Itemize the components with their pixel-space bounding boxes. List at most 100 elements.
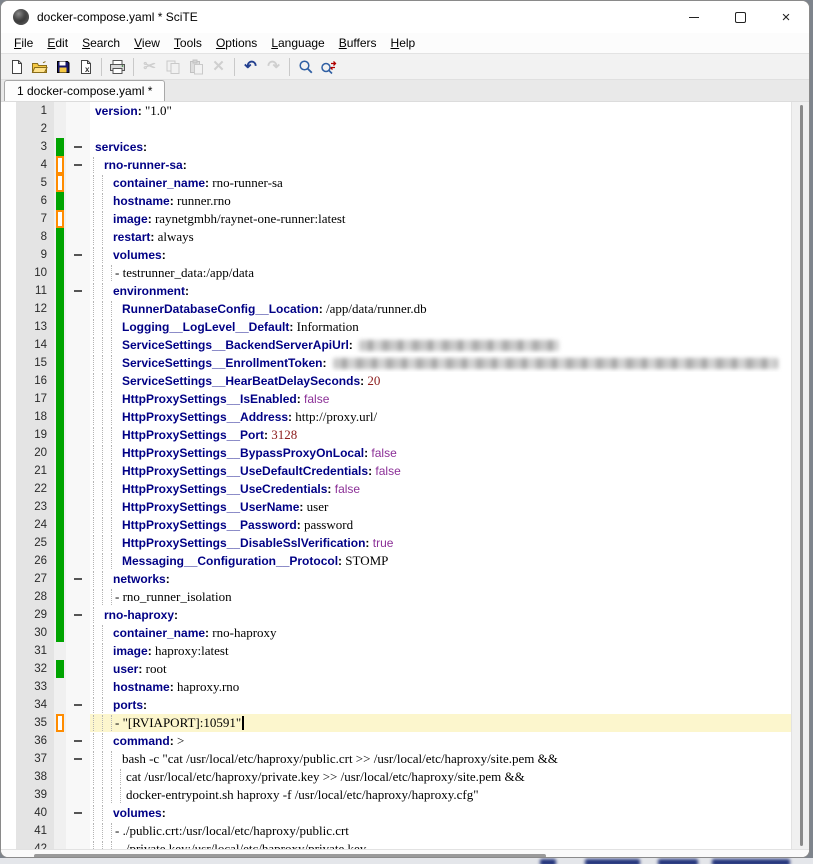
line-number[interactable]: 6 [16,192,54,210]
code-text[interactable]: container_name: rno-runner-sa [90,174,791,192]
code-line-26[interactable]: 26 Messaging__Configuration__Protocol: ST… [1,552,791,570]
replace-button[interactable] [317,56,340,78]
fold-collapse-icon[interactable] [74,164,82,166]
vertical-scrollbar[interactable] [791,102,809,849]
code-text[interactable]: ServiceSettings__HearBeatDelaySeconds: 2… [90,372,791,390]
code-text[interactable]: hostname: haproxy.rno [90,678,791,696]
vertical-scrollbar-thumb[interactable] [800,105,803,846]
line-number[interactable]: 20 [16,444,54,462]
code-line-9[interactable]: 9 volumes: [1,246,791,264]
code-text[interactable]: - ./private.key:/usr/local/etc/haproxy/p… [90,840,791,849]
code-text[interactable]: docker-entrypoint.sh haproxy -f /usr/loc… [90,786,791,804]
line-number[interactable]: 16 [16,372,54,390]
code-line-23[interactable]: 23 HttpProxySettings__UserName: user [1,498,791,516]
code-line-1[interactable]: 1version: "1.0" [1,102,791,120]
code-text[interactable]: volumes: [90,246,791,264]
code-text[interactable]: HttpProxySettings__IsEnabled: false [90,390,791,408]
fold-collapse-icon[interactable] [74,578,82,580]
code-line-8[interactable]: 8restart: always [1,228,791,246]
close-button[interactable]: × [763,1,809,33]
close-file-button[interactable]: x [74,56,97,78]
code-text[interactable]: RunnerDatabaseConfig__Location: /app/dat… [90,300,791,318]
code-text[interactable]: image: raynetgmbh/raynet-one-runner:late… [90,210,791,228]
code-line-32[interactable]: 32user: root [1,660,791,678]
line-number[interactable]: 31 [16,642,54,660]
line-number[interactable]: 3 [16,138,54,156]
code-line-36[interactable]: 36 command: > [1,732,791,750]
fold-collapse-icon[interactable] [74,758,82,760]
code-line-6[interactable]: 6hostname: runner.rno [1,192,791,210]
code-line-7[interactable]: 7image: raynetgmbh/raynet-one-runner:lat… [1,210,791,228]
code-text[interactable]: rno-haproxy: [90,606,791,624]
code-text[interactable]: environment: [90,282,791,300]
editor-pane[interactable]: 1version: "1.0"23services:4rno-runner-sa… [1,102,809,849]
line-number[interactable]: 28 [16,588,54,606]
line-number[interactable]: 9 [16,246,54,264]
code-line-41[interactable]: 41- ./public.crt:/usr/local/etc/haproxy/… [1,822,791,840]
line-number[interactable]: 40 [16,804,54,822]
line-number[interactable]: 8 [16,228,54,246]
fold-margin[interactable] [66,156,90,174]
code-text[interactable]: Messaging__Configuration__Protocol: STOM… [90,552,791,570]
line-number[interactable]: 2 [16,120,54,138]
code-line-12[interactable]: 12RunnerDatabaseConfig__Location: /app/d… [1,300,791,318]
line-number[interactable]: 36 [16,732,54,750]
code-line-5[interactable]: 5container_name: rno-runner-sa [1,174,791,192]
code-line-31[interactable]: 31 image: haproxy:latest [1,642,791,660]
menu-help[interactable]: Help [384,34,423,52]
code-line-25[interactable]: 25HttpProxySettings__DisableSslVerificat… [1,534,791,552]
fold-margin[interactable] [66,750,90,768]
fold-margin[interactable] [66,732,90,750]
line-number[interactable]: 19 [16,426,54,444]
save-file-button[interactable] [51,56,74,78]
code-text[interactable]: HttpProxySettings__Address: http://proxy… [90,408,791,426]
menu-buffers[interactable]: Buffers [332,34,384,52]
code-text[interactable]: command: > [90,732,791,750]
code-line-39[interactable]: 39 docker-entrypoint.sh haproxy -f /usr/l… [1,786,791,804]
code-line-16[interactable]: 16 ServiceSettings__HearBeatDelaySeconds:… [1,372,791,390]
code-line-34[interactable]: 34 ports: [1,696,791,714]
code-text[interactable]: bash -c "cat /usr/local/etc/haproxy/publ… [90,750,791,768]
code-line-4[interactable]: 4rno-runner-sa: [1,156,791,174]
line-number[interactable]: 34 [16,696,54,714]
code-text[interactable]: Logging__LogLevel__Default: Information [90,318,791,336]
fold-margin[interactable] [66,282,90,300]
line-number[interactable]: 39 [16,786,54,804]
code-line-3[interactable]: 3services: [1,138,791,156]
code-line-22[interactable]: 22HttpProxySettings__UseCredentials: fal… [1,480,791,498]
code-text[interactable]: image: haproxy:latest [90,642,791,660]
line-number[interactable]: 13 [16,318,54,336]
fold-collapse-icon[interactable] [74,254,82,256]
code-line-42[interactable]: 42- ./private.key:/usr/local/etc/haproxy… [1,840,791,849]
line-number[interactable]: 37 [16,750,54,768]
fold-margin[interactable] [66,696,90,714]
line-number[interactable]: 22 [16,480,54,498]
code-line-21[interactable]: 21HttpProxySettings__UseDefaultCredentia… [1,462,791,480]
line-number[interactable]: 41 [16,822,54,840]
code-text[interactable]: ServiceSettings__EnrollmentToken: [90,354,791,372]
code-line-28[interactable]: 28- rno_runner_isolation [1,588,791,606]
fold-collapse-icon[interactable] [74,146,82,148]
code-text[interactable]: - "[RVIAPORT]:10591" [90,714,791,732]
line-number[interactable]: 25 [16,534,54,552]
line-number[interactable]: 26 [16,552,54,570]
code-text[interactable] [90,120,791,138]
code-text[interactable]: HttpProxySettings__UserName: user [90,498,791,516]
line-number[interactable]: 23 [16,498,54,516]
code-line-10[interactable]: 10- testrunner_data:/app/data [1,264,791,282]
menu-tools[interactable]: Tools [167,34,209,52]
open-file-button[interactable] [28,56,51,78]
code-text[interactable]: rno-runner-sa: [90,156,791,174]
code-line-15[interactable]: 15ServiceSettings__EnrollmentToken: [1,354,791,372]
minimize-button[interactable] [671,1,717,33]
code-line-35[interactable]: 35- "[RVIAPORT]:10591" [1,714,791,732]
fold-margin[interactable] [66,570,90,588]
code-text[interactable]: HttpProxySettings__Port: 3128 [90,426,791,444]
code-text[interactable]: ports: [90,696,791,714]
code-line-30[interactable]: 30container_name: rno-haproxy [1,624,791,642]
code-line-11[interactable]: 11environment: [1,282,791,300]
code-line-29[interactable]: 29rno-haproxy: [1,606,791,624]
line-number[interactable]: 10 [16,264,54,282]
menu-file[interactable]: File [7,34,40,52]
fold-collapse-icon[interactable] [74,614,82,616]
